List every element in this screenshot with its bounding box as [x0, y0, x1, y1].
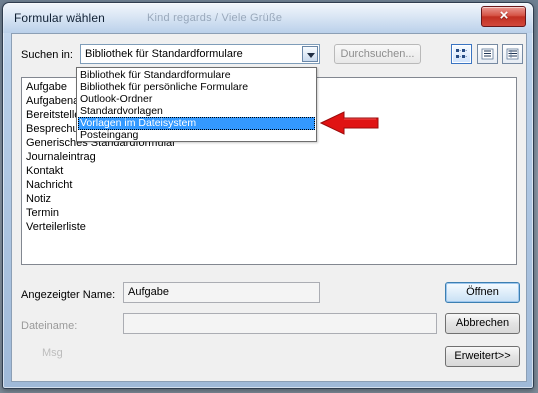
details-view-button[interactable]: [502, 44, 523, 64]
window-title: Formular wählen: [14, 11, 105, 25]
close-button[interactable]: ×: [481, 6, 526, 27]
form-list-item[interactable]: Verteilerliste: [26, 220, 176, 234]
dropdown-option-inbox[interactable]: Posteingang: [78, 129, 315, 142]
file-name-field: [123, 313, 437, 334]
search-in-label: Suchen in:: [21, 49, 73, 61]
cancel-button[interactable]: Abbrechen: [445, 313, 520, 334]
close-icon: ×: [499, 7, 509, 24]
browse-button: Durchsuchen...: [334, 44, 421, 64]
form-list-item[interactable]: Notiz: [26, 192, 176, 206]
details-view-icon: [506, 48, 519, 60]
form-list-item[interactable]: Nachricht: [26, 178, 176, 192]
red-arrow-annotation-icon: [320, 111, 379, 135]
list-view-icon: [481, 48, 494, 60]
displayed-name-label: Angezeigter Name:: [21, 289, 116, 301]
list-view-button[interactable]: [477, 44, 498, 64]
large-icons-view-button[interactable]: [451, 44, 472, 64]
form-list-item[interactable]: Kontakt: [26, 164, 176, 178]
file-name-label: Dateiname:: [21, 320, 78, 332]
form-list-item[interactable]: Journaleintrag: [26, 150, 176, 164]
library-dropdown-button[interactable]: [302, 46, 318, 62]
displayed-name-field: Aufgabe: [123, 282, 320, 303]
form-chooser-window: Formular wählen Kind regards / Viele Grü…: [2, 2, 534, 389]
library-select[interactable]: Bibliothek für Standardformulare: [80, 44, 320, 64]
library-select-value: Bibliothek für Standardformulare: [85, 48, 243, 60]
title-bar[interactable]: Formular wählen Kind regards / Viele Grü…: [3, 3, 533, 33]
screenshot-canvas: Formular wählen Kind regards / Viele Grü…: [0, 0, 538, 393]
large-icons-view-icon: [456, 49, 467, 58]
chevron-down-icon: [307, 53, 315, 58]
library-dropdown-list[interactable]: Bibliothek für Standardformulare Bibliot…: [76, 67, 317, 142]
advanced-button[interactable]: Erweitert>>: [445, 346, 520, 367]
open-button[interactable]: Öffnen: [445, 282, 520, 303]
background-window-title: Kind regards / Viele Grüße: [147, 12, 283, 24]
form-list-item[interactable]: Termin: [26, 206, 176, 220]
ghost-message-text: Msg: [42, 347, 63, 359]
